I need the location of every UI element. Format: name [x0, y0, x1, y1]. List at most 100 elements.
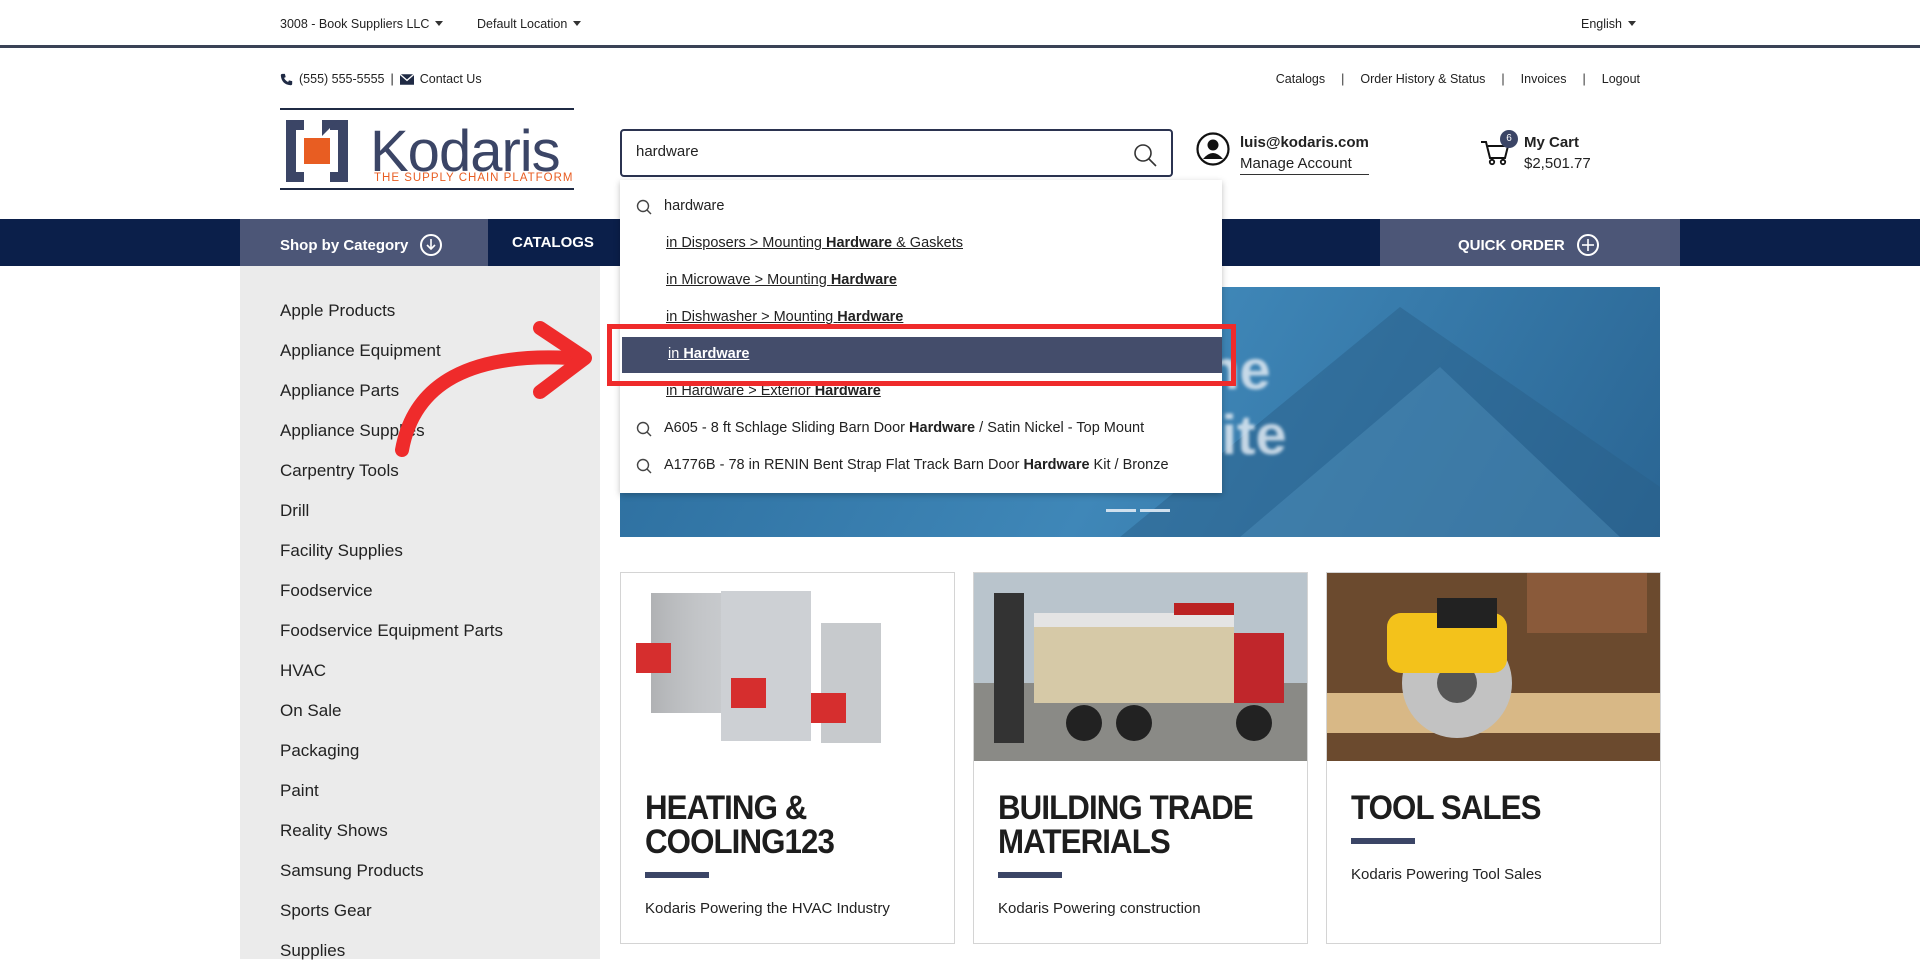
suggestion-match: Hardware — [825, 235, 893, 251]
account-menu[interactable]: luis@kodaris.com Manage Account — [1196, 132, 1369, 175]
quick-order-button[interactable]: QUICK ORDER — [1380, 219, 1680, 266]
manage-account-link[interactable]: Manage Account — [1240, 153, 1369, 175]
suggestion-suffix: & Gaskets — [892, 235, 963, 251]
invoices-link[interactable]: Invoices — [1521, 72, 1567, 86]
sidebar-item-paint[interactable]: Paint — [280, 781, 319, 801]
card-title-line2: MATERIALS — [998, 823, 1171, 861]
logout-link[interactable]: Logout — [1602, 72, 1640, 86]
search-box[interactable] — [620, 129, 1173, 177]
divider: | — [390, 72, 394, 86]
divider: | — [1501, 72, 1505, 86]
sidebar-item-samsung-products[interactable]: Samsung Products — [280, 861, 424, 881]
phone-icon — [280, 73, 293, 85]
suggestion-prefix: in Dishwasher > Mounting — [666, 309, 838, 325]
suggestion-category[interactable]: in Disposers > Mounting Hardware & Gaske… — [620, 229, 1222, 259]
sidebar-item-foodservice[interactable]: Foodservice — [280, 581, 373, 601]
divider: | — [1341, 72, 1345, 86]
search-input[interactable] — [636, 143, 1116, 160]
boiler-image — [621, 573, 954, 761]
sidebar-item-on-sale[interactable]: On Sale — [280, 701, 341, 721]
account-selector-label: 3008 - Book Suppliers LLC — [280, 17, 430, 31]
annotation-highlight-box — [607, 324, 1236, 386]
search-icon — [636, 421, 652, 437]
suggestion-prefix: A1776B - 78 in RENIN Bent Strap Flat Tra… — [664, 457, 1024, 473]
cart-widget[interactable]: 6 My Cart $2,501.77 — [1480, 130, 1591, 174]
user-icon — [1196, 132, 1230, 166]
sidebar-item-facility-supplies[interactable]: Facility Supplies — [280, 541, 403, 561]
search-icon[interactable] — [1133, 143, 1157, 167]
suggestion-text: in Microwave > Mounting Hardware — [666, 272, 897, 288]
account-email: luis@kodaris.com — [1240, 134, 1369, 151]
suggestion-match: Hardware — [1023, 457, 1090, 473]
location-selector[interactable]: Default Location — [477, 17, 582, 31]
divider: | — [1582, 72, 1586, 86]
promo-card-heating[interactable]: HEATING & COOLING123 Kodaris Powering th… — [620, 572, 955, 944]
catalogs-link[interactable]: Catalogs — [1276, 72, 1325, 86]
suggestion-suffix: Kit / Bronze — [1089, 457, 1169, 473]
shop-by-category-button[interactable]: Shop by Category — [240, 219, 488, 266]
suggestion-text: in Dishwasher > Mounting Hardware — [666, 309, 903, 325]
plus-circle-icon — [1576, 234, 1599, 256]
suggestion-match: Hardware — [909, 420, 976, 436]
language-selector[interactable]: English — [1581, 17, 1636, 31]
location-selector-label: Default Location — [477, 17, 568, 31]
sidebar-item-drill[interactable]: Drill — [280, 501, 309, 521]
sidebar-item-foodservice-equipment-parts[interactable]: Foodservice Equipment Parts — [280, 621, 503, 641]
cart-icon-wrap: 6 — [1480, 130, 1518, 166]
quick-order-label: QUICK ORDER — [1458, 237, 1565, 254]
logo-mark-icon — [286, 120, 348, 182]
card-description: Kodaris Powering construction — [998, 900, 1201, 917]
card-title-line1: HEATING & — [645, 789, 807, 827]
card-title-line2: COOLING123 — [645, 823, 835, 861]
contact-info: (555) 555-5555 | Contact Us — [280, 72, 482, 86]
mail-icon — [399, 73, 414, 85]
suggestion-prefix: A605 - 8 ft Schlage Sliding Barn Door — [664, 420, 910, 436]
sidebar-item-reality-shows[interactable]: Reality Shows — [280, 821, 388, 841]
suggestion-prefix: in Microwave > Mounting — [666, 272, 831, 288]
sidebar-item-supplies[interactable]: Supplies — [280, 941, 345, 961]
contact-us-link[interactable]: Contact Us — [420, 72, 482, 86]
logo-tagline: THE SUPPLY CHAIN PLATFORM — [374, 172, 574, 184]
title-underline — [1351, 838, 1415, 844]
order-history-link[interactable]: Order History & Status — [1360, 72, 1485, 86]
carousel-dot[interactable] — [1106, 509, 1136, 512]
card-title-line1: BUILDING TRADE — [998, 789, 1254, 827]
suggestion-product[interactable]: A1776B - 78 in RENIN Bent Strap Flat Tra… — [620, 451, 1222, 481]
suggestion-query[interactable]: hardware — [620, 192, 1222, 222]
saw-image — [1327, 573, 1660, 761]
suggestion-suffix: / Satin Nickel - Top Mount — [975, 420, 1145, 436]
card-description: Kodaris Powering the HVAC Industry — [645, 900, 890, 917]
search-icon — [636, 458, 652, 474]
sidebar-item-sports-gear[interactable]: Sports Gear — [280, 901, 372, 921]
promo-card-tools[interactable]: TOOL SALES Kodaris Powering Tool Sales — [1326, 572, 1661, 944]
top-utility-bar: 3008 - Book Suppliers LLC Default Locati… — [0, 0, 1920, 48]
cart-label: My Cart — [1524, 134, 1580, 151]
nav-catalogs[interactable]: CATALOGS — [512, 234, 594, 251]
card-description: Kodaris Powering Tool Sales — [1351, 866, 1542, 883]
shop-by-category-label: Shop by Category — [280, 237, 409, 254]
chevron-down-icon — [573, 21, 582, 26]
title-underline — [645, 872, 709, 878]
suggestion-match: Hardware — [830, 272, 897, 288]
kodaris-logo[interactable]: Kodaris THE SUPPLY CHAIN PLATFORM — [280, 108, 574, 190]
suggestion-product[interactable]: A605 - 8 ft Schlage Sliding Barn Door Ha… — [620, 414, 1222, 444]
chevron-down-icon — [1628, 21, 1636, 26]
suggestion-text: A1776B - 78 in RENIN Bent Strap Flat Tra… — [664, 457, 1169, 473]
sidebar-item-packaging[interactable]: Packaging — [280, 741, 359, 761]
suggestion-category[interactable]: in Microwave > Mounting Hardware — [620, 266, 1222, 296]
card-title-line1: TOOL SALES — [1351, 789, 1541, 827]
promo-card-building[interactable]: BUILDING TRADE MATERIALS Kodaris Powerin… — [973, 572, 1308, 944]
suggestion-prefix: in Disposers > Mounting — [666, 235, 826, 251]
suggestion-text: in Disposers > Mounting Hardware & Gaske… — [666, 235, 963, 251]
carousel-indicators[interactable] — [1106, 509, 1170, 512]
chevron-down-icon — [435, 21, 444, 26]
suggestion-query-text: hardware — [664, 198, 725, 214]
annotation-arrow-icon — [395, 321, 592, 457]
suggestion-text: A605 - 8 ft Schlage Sliding Barn Door Ha… — [664, 420, 1144, 436]
carousel-dot[interactable] — [1140, 509, 1170, 512]
account-selector[interactable]: 3008 - Book Suppliers LLC — [280, 17, 444, 31]
sidebar-item-hvac[interactable]: HVAC — [280, 661, 326, 681]
sidebar-item-apple-products[interactable]: Apple Products — [280, 301, 395, 321]
arrow-down-circle-icon — [420, 234, 443, 256]
suggestion-match: Hardware — [837, 309, 904, 325]
